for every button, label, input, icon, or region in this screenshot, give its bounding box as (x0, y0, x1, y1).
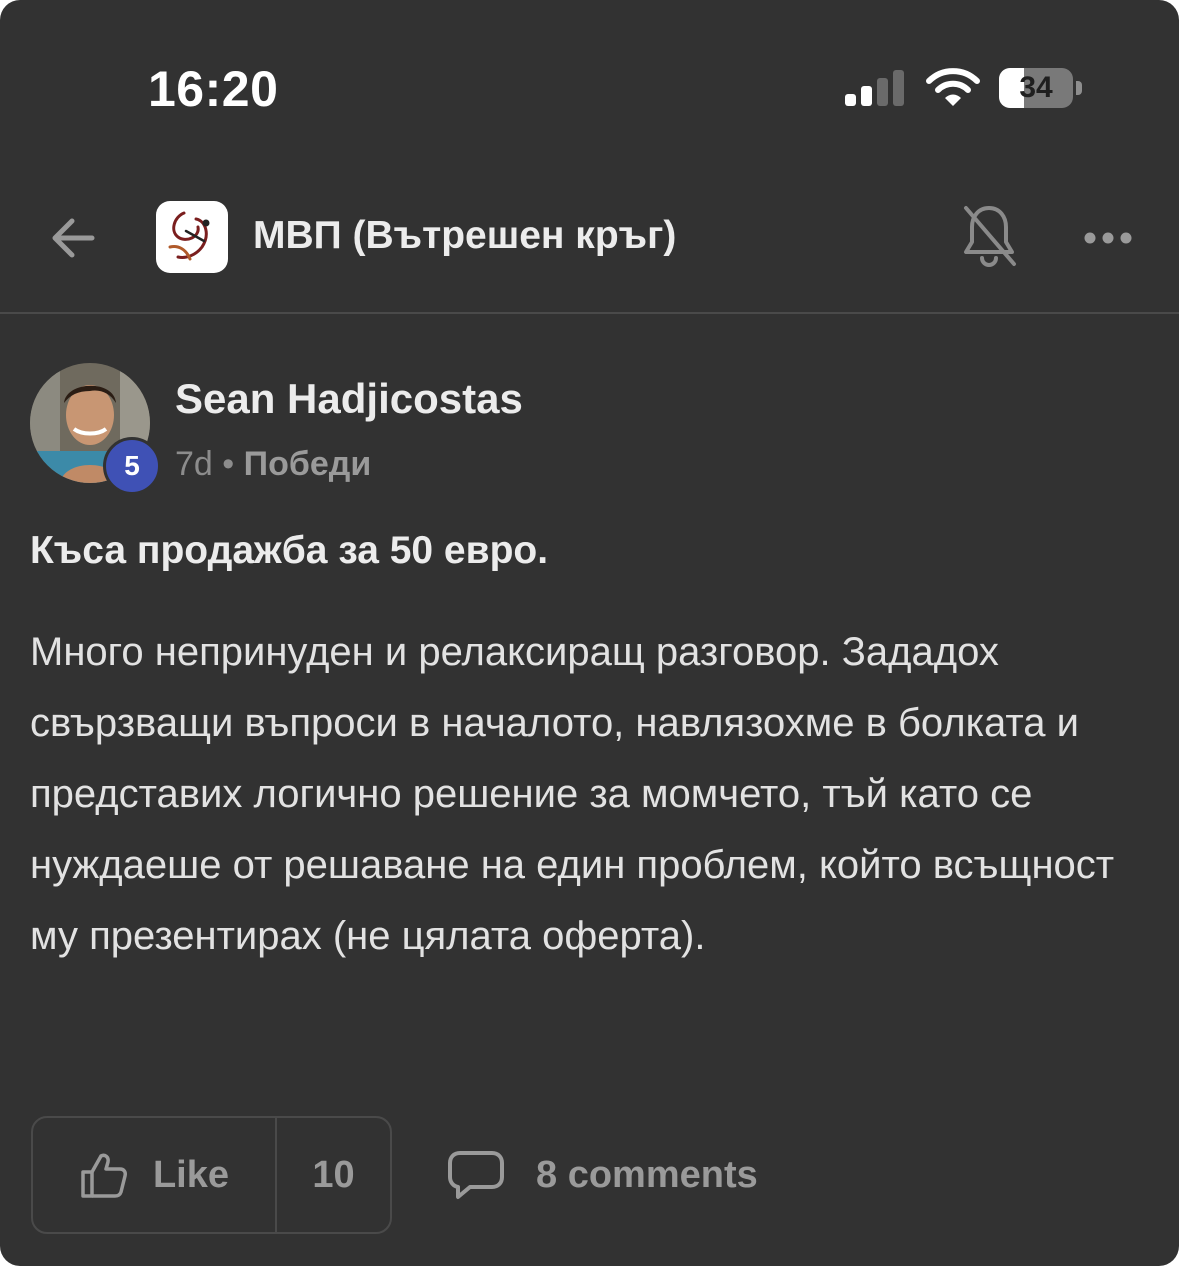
like-button[interactable]: Like (33, 1118, 277, 1232)
comments-button[interactable]: 8 comments (446, 1142, 758, 1208)
group-logo[interactable] (156, 201, 228, 273)
post-age: 7d (175, 445, 213, 483)
header-divider (0, 312, 1179, 314)
chat-bubble-icon (448, 1151, 504, 1199)
like-label: Like (152, 1153, 230, 1196)
arrow-left-icon[interactable] (42, 207, 104, 269)
post-screen: 16:20 34 МВП (Вътрешен кръг) 5 Sean Hadj… (0, 0, 1179, 1266)
thumbs-up-icon (81, 1153, 127, 1198)
like-count[interactable]: 10 (277, 1118, 390, 1232)
battery-icon: 34 (999, 68, 1083, 108)
more-horizontal-icon[interactable] (1078, 220, 1138, 256)
cellular-signal-icon (845, 70, 904, 106)
post-meta: 7d • Победи (175, 443, 371, 485)
battery-percent: 34 (1019, 71, 1053, 104)
like-group: Like 10 (31, 1116, 392, 1234)
comments-label: 8 comments (536, 1153, 758, 1196)
bell-off-icon[interactable] (958, 202, 1020, 270)
post-title: Къса продажба за 50 евро. (30, 529, 549, 572)
meta-separator: • (222, 445, 235, 483)
author-name[interactable]: Sean Hadjicostas (175, 374, 523, 424)
post-category[interactable]: Победи (244, 445, 372, 483)
group-logo-mark (168, 211, 210, 261)
status-time: 16:20 (148, 61, 279, 117)
level-badge: 5 (103, 437, 161, 495)
post-body: Много непринуден и релаксиращ разговор. … (30, 630, 1115, 958)
wifi-icon (926, 68, 980, 106)
group-title: МВП (Вътрешен кръг) (253, 214, 677, 257)
